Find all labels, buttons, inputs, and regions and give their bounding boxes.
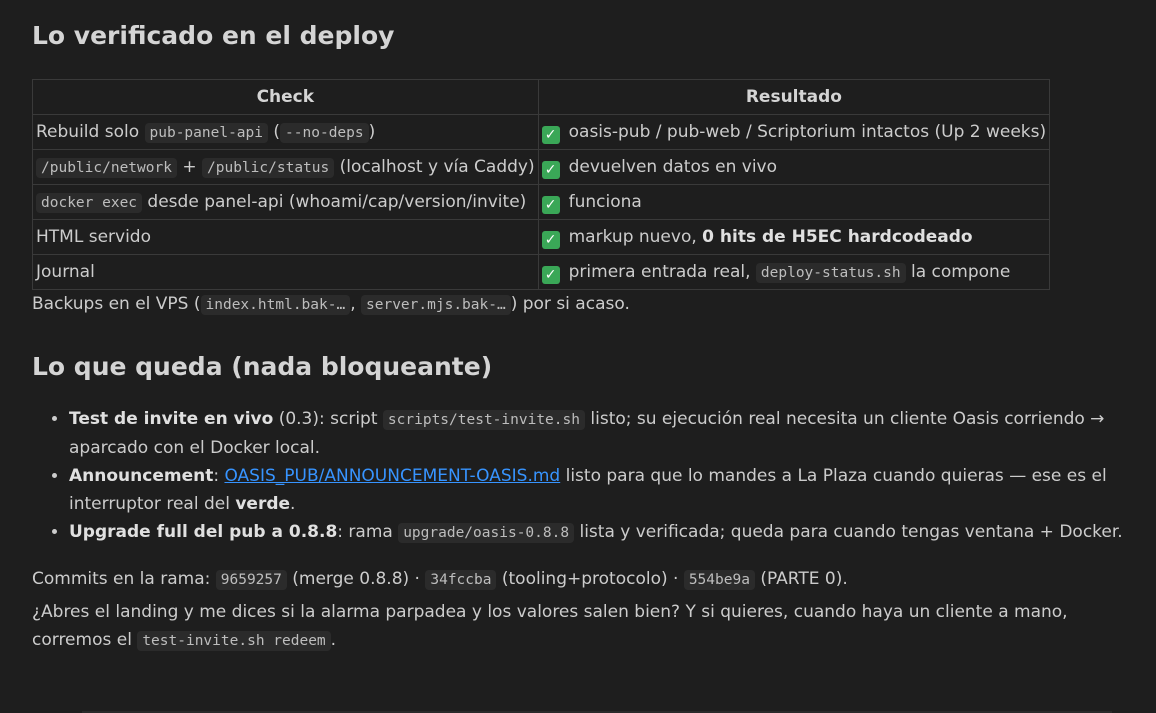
check-cell: HTML servido <box>32 219 539 255</box>
check-cell: Rebuild solo pub-panel-api (--no-deps) <box>32 114 539 150</box>
result-cell: ✓ funciona <box>537 184 1051 220</box>
result-cell: ✓ primera entrada real, deploy-status.sh … <box>537 254 1051 290</box>
table-row: docker exec desde panel-api (whoami/cap/… <box>32 184 1051 220</box>
table-header-row: Check Resultado <box>32 79 1051 115</box>
inline-code: test-invite.sh redeem <box>137 631 331 651</box>
check-mark-icon: ✓ <box>541 265 560 284</box>
pending-list: Test de invite en vivo (0.3): script scr… <box>32 405 1142 547</box>
check-mark-icon: ✓ <box>541 231 560 249</box>
inline-code: index.html.bak-… <box>200 295 351 315</box>
check-mark-icon: ✓ <box>541 161 560 179</box>
inline-code: /public/status <box>202 157 335 178</box>
table-row: /public/network + /public/status (localh… <box>32 149 1051 185</box>
inline-code: upgrade/oasis-0.8.8 <box>398 523 575 543</box>
check-cell: docker exec desde panel-api (whoami/cap/… <box>32 184 539 220</box>
column-header-check: Check <box>32 79 539 115</box>
check-cell: /public/network + /public/status (localh… <box>32 149 539 185</box>
closing-question: ¿Abres el landing y me dices si la alarm… <box>32 602 1068 651</box>
table-row: HTML servido ✓ markup nuevo, 0 hits de H5… <box>32 219 1051 255</box>
inline-code: /public/network <box>36 157 177 178</box>
commit-hash: 554be9a <box>683 570 755 590</box>
verification-table: Check Resultado Rebuild solo pub-panel-a… <box>32 79 1051 290</box>
inline-code: docker exec <box>36 192 143 213</box>
table-row: Journal ✓ primera entrada real, deploy-st… <box>32 254 1051 290</box>
commit-hash: 9659257 <box>215 570 287 590</box>
column-header-result: Resultado <box>537 79 1051 115</box>
section-heading-verified: Lo verificado en el deploy <box>32 21 395 50</box>
result-cell: ✓ oasis-pub / pub-web / Scriptorium intac… <box>537 114 1051 150</box>
result-cell: ✓ markup nuevo, 0 hits de H5EC hardcodead… <box>537 219 1051 255</box>
list-item: Test de invite en vivo (0.3): script scr… <box>69 405 1142 462</box>
inline-code: deploy-status.sh <box>755 262 906 283</box>
list-item: Upgrade full del pub a 0.8.8: rama upgra… <box>69 518 1142 547</box>
commits-line: Commits en la rama: 9659257 (merge 0.8.8… <box>32 569 848 590</box>
inline-code: pub-panel-api <box>144 122 268 143</box>
backups-note: Backups en el VPS (index.html.bak-…, ser… <box>32 294 630 315</box>
result-cell: ✓ devuelven datos en vivo <box>537 149 1051 185</box>
table-row: Rebuild solo pub-panel-api (--no-deps) ✓… <box>32 114 1051 150</box>
message-content: Lo verificado en el deploy Check Resulta… <box>32 14 1142 655</box>
commit-hash: 34fccba <box>425 570 497 590</box>
check-cell: Journal <box>32 254 539 290</box>
inline-code: scripts/test-invite.sh <box>382 410 585 430</box>
check-mark-icon: ✓ <box>541 126 560 144</box>
inline-code: --no-deps <box>280 122 369 143</box>
announcement-file-link[interactable]: OASIS_PUB/ANNOUNCEMENT-OASIS.md <box>224 466 560 486</box>
section-heading-pending: Lo que queda (nada bloqueante) <box>32 352 493 381</box>
list-item: Announcement: OASIS_PUB/ANNOUNCEMENT-OAS… <box>69 462 1142 518</box>
inline-code: server.mjs.bak-… <box>361 295 511 315</box>
check-mark-icon: ✓ <box>541 196 560 214</box>
